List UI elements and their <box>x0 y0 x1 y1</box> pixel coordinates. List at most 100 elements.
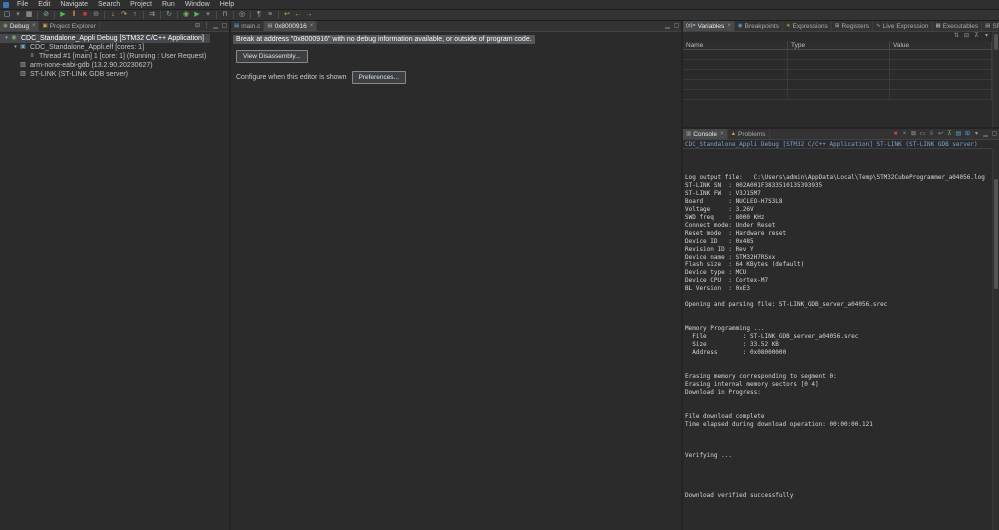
menu-project[interactable]: Project <box>125 0 157 10</box>
search-icon[interactable]: ◎ <box>237 10 247 20</box>
tab-breakpoints[interactable]: ◉Breakpoints <box>735 21 783 31</box>
table-cell <box>683 70 788 79</box>
menu-help[interactable]: Help <box>215 0 239 10</box>
scrollbar-thumb[interactable] <box>994 179 998 289</box>
remove-launch-icon[interactable]: × <box>900 129 909 139</box>
word-wrap-icon[interactable]: ↩ <box>936 129 945 139</box>
remove-all-terminated-icon[interactable]: ⊠ <box>909 129 918 139</box>
tab-project-explorer[interactable]: ▣ Project Explorer <box>39 21 99 31</box>
clear-console-icon[interactable]: ▭ <box>918 129 927 139</box>
tab-label: 0x8000916 <box>275 23 307 30</box>
variables-scrollbar[interactable] <box>992 32 999 127</box>
column-header-name[interactable]: Name <box>683 41 788 49</box>
tab-main-c[interactable]: ▤ main.c <box>231 21 264 31</box>
table-row[interactable] <box>683 90 992 100</box>
table-row[interactable] <box>683 80 992 90</box>
table-row[interactable] <box>683 50 992 60</box>
show-on-output-icon[interactable]: ▤ <box>954 129 963 139</box>
view-disassembly-button[interactable]: View Disassembly... <box>236 50 308 63</box>
expander-icon[interactable]: ▾ <box>3 34 10 43</box>
debug-icon[interactable]: ◉ <box>181 10 191 20</box>
toolbar-separator <box>250 11 251 19</box>
tab-console[interactable]: ▥ Console × <box>683 129 728 139</box>
debug-tree-item[interactable]: ▾▣CDC_Standalone_Appli.elf [cores: 1] <box>0 43 150 52</box>
menu-window[interactable]: Window <box>180 0 215 10</box>
minimize-icon[interactable]: ▁ <box>211 21 220 31</box>
dropdown-icon[interactable]: ▾ <box>13 10 23 20</box>
close-icon[interactable]: × <box>32 23 36 29</box>
step-over-icon[interactable]: ↷ <box>119 10 129 20</box>
scrollbar-thumb[interactable] <box>994 34 998 50</box>
close-icon[interactable]: × <box>720 131 724 137</box>
tab-debug[interactable]: ◉ Debug × <box>0 21 39 31</box>
table-row[interactable] <box>683 70 992 80</box>
last-edit-location-icon[interactable]: ↩ <box>282 10 292 20</box>
debug-tree-item[interactable]: ≡Thread #1 [main] 1 [core: 1] (Running :… <box>0 52 212 61</box>
variables-icon: (x)= <box>686 21 696 31</box>
mark-occurrences-icon[interactable]: ≡ <box>265 10 275 20</box>
menu-edit[interactable]: Edit <box>33 0 55 10</box>
tab-variables[interactable]: (x)=Variables× <box>683 21 735 31</box>
menu-file[interactable]: File <box>12 0 33 10</box>
console-log[interactable]: Log output file: C:\Users\admin\AppData\… <box>683 149 992 530</box>
pin-console-icon[interactable]: ⊼ <box>945 129 954 139</box>
scroll-lock-icon[interactable]: ⇩ <box>927 129 936 139</box>
tab-live-expression[interactable]: ∿Live Expression <box>873 21 933 31</box>
expander-icon[interactable]: ▾ <box>12 43 19 52</box>
debug-tree-item[interactable]: ▥arm-none-eabi-gdb (13.2.90.20230627) <box>0 61 159 70</box>
tree-item-label: arm-none-eabi-gdb (13.2.90.20230627) <box>28 61 155 70</box>
skip-all-breakpoints-icon[interactable]: ⊘ <box>41 10 51 20</box>
new-wizard-icon[interactable]: ▢ <box>2 10 12 20</box>
collapse-all-icon[interactable]: ⊟ <box>193 21 202 31</box>
disconnect-icon[interactable]: ⊝ <box>91 10 101 20</box>
tab-label: Registers <box>842 23 869 30</box>
menu-navigate[interactable]: Navigate <box>55 0 93 10</box>
debug-tree-item[interactable]: ▾◉CDC_Standalone_Appli Debug [STM32 C/C+… <box>0 34 210 43</box>
close-icon[interactable]: × <box>310 23 314 29</box>
step-return-icon[interactable]: ↑ <box>130 10 140 20</box>
view-menu-icon[interactable]: ⋮ <box>202 21 211 31</box>
table-row[interactable] <box>683 60 992 70</box>
step-into-icon[interactable]: ↓ <box>108 10 118 20</box>
tab-sfrs[interactable]: ▤SFRs <box>982 21 999 31</box>
maximize-icon[interactable]: ▢ <box>990 129 999 139</box>
preferences-button[interactable]: Preferences... <box>352 71 406 84</box>
open-console-icon[interactable]: ⊞ <box>963 129 972 139</box>
maximize-icon[interactable]: ▢ <box>672 21 681 31</box>
tab-expressions[interactable]: ∗Expressions <box>783 21 832 31</box>
instruction-stepping-icon[interactable]: ⇉ <box>147 10 157 20</box>
dropdown-icon[interactable]: ▾ <box>972 129 981 139</box>
minimize-icon[interactable]: ▁ <box>663 21 672 31</box>
elf-binary-icon: ▣ <box>19 43 27 52</box>
dropdown-icon[interactable]: ▾ <box>203 10 213 20</box>
column-header-type[interactable]: Type <box>788 41 890 49</box>
run-icon[interactable]: ▶ <box>192 10 202 20</box>
column-header-value[interactable]: Value <box>890 41 992 49</box>
debug-tree-item[interactable]: ▥ST-LINK (ST-LINK GDB server) <box>0 70 134 79</box>
suspend-icon[interactable]: ‖ <box>69 10 79 20</box>
menu-run[interactable]: Run <box>157 0 180 10</box>
debug-launch-icon: ◉ <box>10 34 18 43</box>
build-icon[interactable]: ⊓ <box>220 10 230 20</box>
annotation-icon[interactable]: ¶ <box>254 10 264 20</box>
tab-executables[interactable]: ▦Executables <box>933 21 983 31</box>
menu-search[interactable]: Search <box>93 0 125 10</box>
toolbar-separator <box>177 11 178 19</box>
tab-problems[interactable]: ▲ Problems <box>728 129 770 139</box>
resume-icon[interactable]: ▶ <box>58 10 68 20</box>
tab-registers[interactable]: ⊞Registers <box>832 21 873 31</box>
forward-icon[interactable]: → <box>304 10 314 20</box>
terminate-icon[interactable]: ■ <box>891 129 900 139</box>
maximize-icon[interactable]: ▢ <box>220 21 229 31</box>
close-icon[interactable]: × <box>727 23 731 29</box>
tab-0x8000916[interactable]: ▤ 0x8000916 × <box>264 21 317 31</box>
save-icon[interactable]: ▦ <box>24 10 34 20</box>
back-icon[interactable]: ← <box>293 10 303 20</box>
restart-icon[interactable]: ↻ <box>164 10 174 20</box>
terminate-icon[interactable]: ■ <box>80 10 90 20</box>
table-cell <box>890 80 992 89</box>
tab-label: main.c <box>241 23 260 30</box>
registers-icon: ⊞ <box>835 21 840 31</box>
console-scrollbar[interactable] <box>992 149 999 530</box>
minimize-icon[interactable]: ▁ <box>981 129 990 139</box>
